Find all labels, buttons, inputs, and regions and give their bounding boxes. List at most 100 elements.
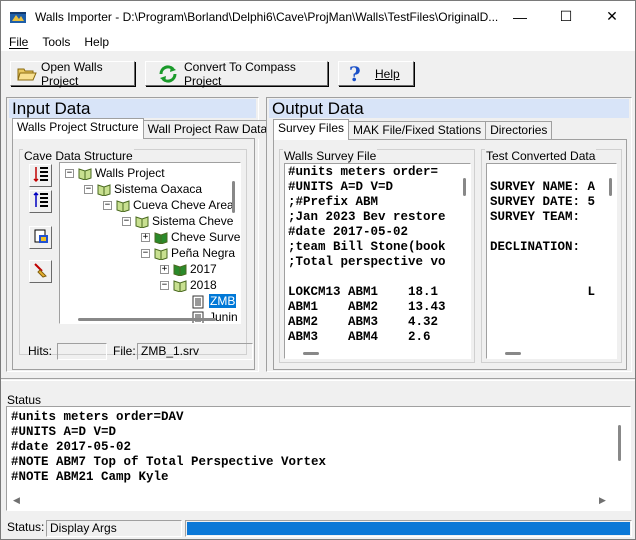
tree-hscroll[interactable] bbox=[78, 318, 216, 321]
converted-line bbox=[490, 165, 595, 180]
tree-node[interactable]: + Cheve Surve bbox=[141, 229, 240, 245]
tree-node[interactable]: +2017 bbox=[160, 261, 217, 277]
file-icon bbox=[192, 311, 206, 323]
converted-line bbox=[490, 270, 595, 285]
status-bar: Status: Display Args bbox=[1, 517, 635, 539]
close-button[interactable]: ✕ bbox=[589, 1, 635, 32]
green-book-icon bbox=[154, 231, 168, 245]
converted-vscroll[interactable] bbox=[606, 178, 615, 208]
status-line: #NOTE ABM21 Camp Kyle bbox=[11, 470, 169, 484]
book-icon bbox=[173, 279, 187, 293]
tab-survey-files[interactable]: Survey Files bbox=[273, 119, 350, 140]
menu-file[interactable]: File bbox=[3, 35, 34, 49]
tree-node[interactable]: − Cueva Cheve Area bbox=[103, 197, 234, 213]
status-log[interactable]: #units meters order=DAV #UNITS A=D V=D #da… bbox=[6, 406, 631, 511]
help-button[interactable]: ? Help bbox=[338, 61, 414, 86]
tab-walls-project-structure[interactable]: Walls Project Structure bbox=[12, 118, 144, 139]
collapse-icon[interactable]: − bbox=[160, 280, 169, 290]
broom-icon bbox=[33, 262, 49, 281]
walls-survey-line: ;Total perspective vo bbox=[288, 255, 446, 269]
converted-lines: SURVEY NAME: A SURVEY DATE: 5 SURVEY TEAM:… bbox=[490, 165, 595, 300]
tab-mak-file[interactable]: MAK File/Fixed Stations bbox=[348, 121, 487, 140]
progress-bar bbox=[185, 520, 632, 537]
folder-open-icon bbox=[17, 66, 37, 82]
menu-tools[interactable]: Tools bbox=[36, 35, 76, 49]
converted-hscroll[interactable] bbox=[505, 352, 521, 355]
walls-survey-line: #UNITS A=D V=D bbox=[288, 180, 394, 194]
file-icon bbox=[192, 295, 206, 308]
menu-help[interactable]: Help bbox=[78, 35, 115, 49]
walls-vscroll[interactable] bbox=[460, 178, 469, 208]
walls-survey-text[interactable]: #units meters order= #UNITS A=D V=D ;#Pref… bbox=[284, 163, 471, 359]
walls-survey-line: LOKCM13 ABM1 18.1 bbox=[288, 285, 439, 299]
tab-directories[interactable]: Directories bbox=[485, 121, 553, 140]
input-data-header: Input Data bbox=[9, 99, 256, 118]
progress-fill bbox=[187, 522, 630, 535]
tree-node[interactable]: − Sistema Cheve bbox=[122, 213, 233, 229]
scroll-right-icon[interactable]: ▶ bbox=[599, 495, 606, 506]
converted-line: SURVEY DATE: 5 bbox=[490, 195, 596, 209]
tree-node[interactable]: ZMB bbox=[179, 293, 237, 309]
book-icon bbox=[154, 247, 168, 261]
tree-vscroll[interactable] bbox=[229, 165, 238, 305]
hits-value bbox=[57, 343, 107, 360]
converted-line: L bbox=[490, 285, 596, 299]
clear-button[interactable] bbox=[29, 260, 52, 283]
collapse-icon[interactable]: − bbox=[122, 216, 131, 226]
output-data-panel: Output Data Survey Files MAK File/Fixed … bbox=[266, 97, 632, 372]
walls-survey-line: #date 2017-05-02 bbox=[288, 225, 409, 239]
walls-survey-line: ABM3 ABM4 2.6 bbox=[288, 330, 431, 344]
tree-node[interactable]: − Sistema Oaxaca bbox=[84, 181, 202, 197]
cave-data-structure-label: Cave Data Structure bbox=[23, 149, 134, 163]
toolbar: Open Walls Project Convert To Compass Pr… bbox=[1, 53, 635, 93]
walls-survey-line: ;team Bill Stone(book bbox=[288, 240, 446, 254]
expand-all-button[interactable] bbox=[29, 190, 52, 213]
converted-line bbox=[490, 225, 595, 240]
tree-node[interactable]: − 2018 bbox=[160, 277, 217, 293]
tree-node[interactable]: Junin bbox=[179, 309, 238, 324]
walls-hscroll[interactable] bbox=[303, 352, 319, 355]
document-view-icon bbox=[33, 228, 49, 247]
tree-node-label: Junin bbox=[209, 310, 238, 324]
collapse-all-button[interactable] bbox=[29, 164, 52, 187]
open-walls-project-button[interactable]: Open Walls Project bbox=[10, 60, 135, 88]
hits-label: Hits: bbox=[28, 344, 52, 358]
status-line: #NOTE ABM7 Top of Total Perspective Vort… bbox=[11, 455, 327, 469]
tree-node[interactable]: − Walls Project bbox=[65, 165, 165, 181]
cave-tree-view[interactable]: − Walls Project − Sistema Oaxaca − Cueva Chev… bbox=[59, 162, 241, 324]
status-label: Status bbox=[7, 393, 42, 407]
collapse-icon[interactable]: − bbox=[84, 184, 93, 194]
converted-text[interactable]: SURVEY NAME: A SURVEY DATE: 5 SURVEY TEAM:… bbox=[486, 163, 617, 359]
collapse-icon[interactable]: − bbox=[103, 200, 112, 210]
output-tabs: Survey Files MAK File/Fixed Stations Dir… bbox=[273, 119, 553, 140]
list-down-icon bbox=[32, 191, 49, 212]
collapse-icon[interactable]: − bbox=[141, 248, 150, 258]
walls-survey-line bbox=[288, 270, 446, 285]
green-book-icon bbox=[173, 263, 187, 277]
tree-node-label: 2017 bbox=[190, 262, 217, 276]
collapse-icon[interactable]: − bbox=[65, 168, 74, 178]
book-icon bbox=[116, 199, 130, 213]
statusbar-value: Display Args bbox=[46, 520, 182, 537]
book-icon bbox=[135, 215, 149, 229]
app-icon bbox=[9, 9, 27, 25]
expand-icon[interactable]: + bbox=[141, 232, 150, 242]
maximize-button[interactable]: ☐ bbox=[543, 1, 589, 32]
convert-to-compass-button[interactable]: Convert To Compass Project bbox=[145, 59, 328, 88]
tree-node-label: Cueva Cheve Area bbox=[133, 198, 234, 212]
status-vscroll[interactable] bbox=[615, 425, 624, 465]
minimize-button[interactable]: — bbox=[497, 1, 543, 32]
book-icon bbox=[78, 167, 92, 181]
tree-node[interactable]: − Peña Negra bbox=[141, 245, 235, 261]
convert-to-compass-label: Convert To Compass Project bbox=[184, 59, 296, 88]
status-line: #units meters order=DAV bbox=[11, 410, 184, 424]
converted-line: SURVEY TEAM: bbox=[490, 210, 581, 224]
splitter[interactable] bbox=[1, 378, 635, 381]
converted-line bbox=[490, 255, 595, 270]
tab-wall-project-raw-data[interactable]: Wall Project Raw Data bbox=[142, 120, 273, 139]
expand-icon[interactable]: + bbox=[160, 264, 169, 274]
walls-survey-lines: #units meters order= #UNITS A=D V=D ;#Pref… bbox=[288, 165, 446, 345]
tree-node-label: Walls Project bbox=[95, 166, 165, 180]
scroll-left-icon[interactable]: ◀ bbox=[13, 495, 20, 506]
view-file-button[interactable] bbox=[29, 226, 52, 249]
